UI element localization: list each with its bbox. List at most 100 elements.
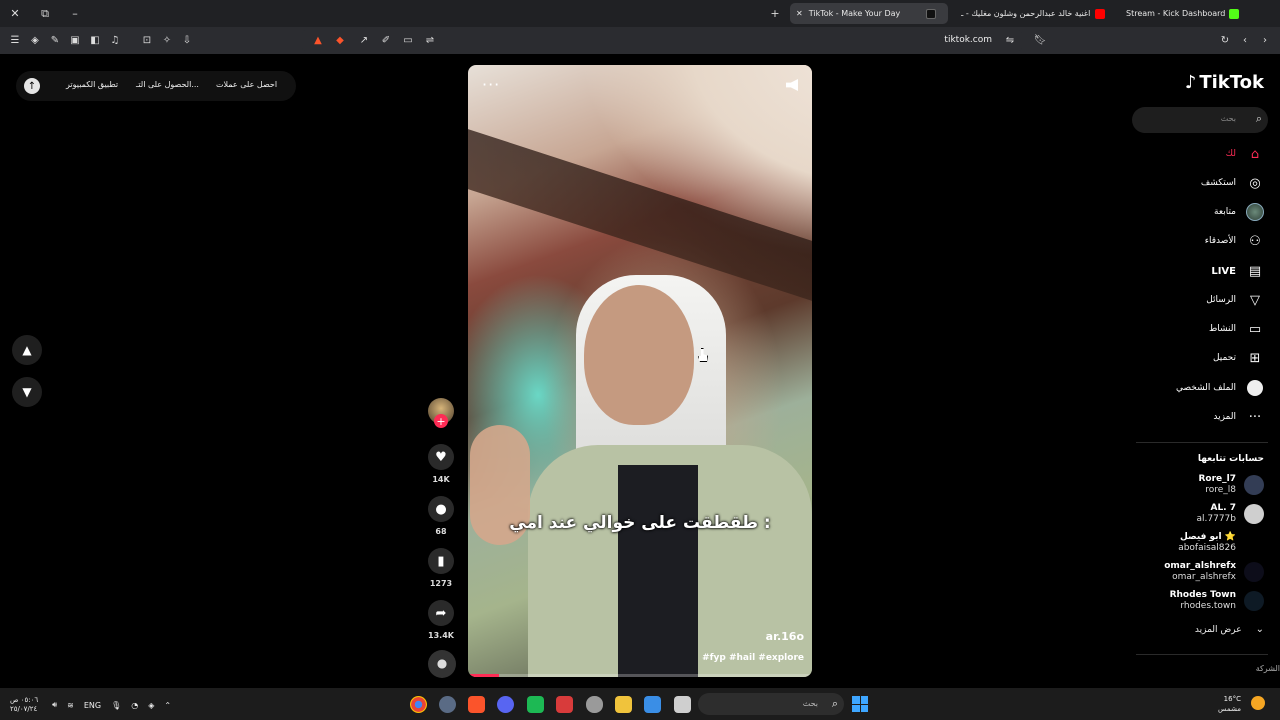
get-coins-link[interactable]: احصل على عملات <box>216 80 277 89</box>
chrome-icon[interactable] <box>410 696 427 713</box>
app-icon[interactable] <box>527 696 544 713</box>
search-input[interactable]: بحث ⌕ <box>1132 107 1268 133</box>
account-handle: rore_l8 <box>1205 485 1236 495</box>
language-indicator[interactable]: ENG <box>84 701 101 710</box>
microphone-icon[interactable]: 🎙︎ <box>111 701 121 710</box>
speaker-icon[interactable]: 🔊︎ <box>52 700 57 710</box>
following-account[interactable]: ابو فيصل ⭐ abofaisal826 <box>1178 530 1264 556</box>
bookmark-page-icon[interactable]: 🔖︎ <box>1030 30 1050 50</box>
bookmark-icon[interactable]: ▮ <box>428 548 454 574</box>
calendar-app-icon[interactable] <box>556 696 573 713</box>
following-account[interactable]: omar_alshrefx omar_alshrefx <box>1164 559 1264 585</box>
sidebar-item-live[interactable]: LIVE ▤ <box>1211 261 1264 281</box>
sidebar-item-following[interactable]: متابعة <box>1214 202 1264 222</box>
sidebar-item-profile[interactable]: الملف الشخصي <box>1176 378 1264 398</box>
desktop-app-link[interactable]: تطبيق الكمبيوتر <box>66 80 118 89</box>
share-icon[interactable]: ↗ <box>354 30 374 50</box>
window-app-icon[interactable] <box>674 696 691 713</box>
chevron-up-icon[interactable]: ⌃ <box>164 701 171 710</box>
window-icon[interactable]: ⧉ <box>30 0 60 27</box>
share-action[interactable]: ➦ 13.4K <box>428 600 454 640</box>
steam-icon[interactable]: ◔ <box>131 701 138 710</box>
sidebar-item-messages[interactable]: الرسائل ▽ <box>1206 290 1264 310</box>
screen-icon[interactable]: ▭ <box>398 30 418 50</box>
share-count: 13.4K <box>428 631 454 640</box>
bookmark-action[interactable]: ▮ 1273 <box>428 548 454 588</box>
tiktok-logo[interactable]: ♪ TikTok <box>1185 72 1264 93</box>
follow-plus-icon[interactable]: + <box>434 414 448 428</box>
close-window-icon[interactable]: ✕ <box>0 0 30 27</box>
reload-icon[interactable]: ↻ <box>1215 30 1235 50</box>
video-hashtags[interactable]: #fyp #hail #explore <box>702 653 804 663</box>
sidebar-item-friends[interactable]: الأصدقاء ⚇ <box>1205 231 1264 251</box>
video-progress-fill <box>468 674 499 677</box>
sidebar-icon[interactable]: ◧ <box>85 30 105 50</box>
tiktok-note-icon: ♪ <box>1184 72 1197 93</box>
brave-browser-icon[interactable] <box>468 696 485 713</box>
minimize-icon[interactable]: – <box>60 0 90 27</box>
next-video-button[interactable]: ▼ <box>12 377 42 407</box>
sidebar-item-activity[interactable]: النشاط ▭ <box>1209 319 1264 339</box>
music-disc-icon[interactable] <box>428 650 456 678</box>
back-icon[interactable]: ‹ <box>1235 30 1255 50</box>
downloads-icon[interactable]: ⇩ <box>177 30 197 50</box>
see-more-button[interactable]: عرض المزيد ⌄ <box>1195 624 1264 635</box>
wifi-icon[interactable]: ≋ <box>67 701 74 710</box>
menu-icon[interactable]: ☰ <box>5 30 25 50</box>
translate-icon[interactable]: ⇌ <box>420 30 440 50</box>
file-explorer-icon[interactable] <box>615 696 632 713</box>
heart-icon[interactable]: ♥ <box>428 444 454 470</box>
sidebar-item-explore[interactable]: استكشف ◎ <box>1201 173 1264 193</box>
close-tab-icon[interactable]: ✕ <box>796 9 803 18</box>
settings-icon[interactable] <box>439 696 456 713</box>
extensions-icon[interactable]: ✧ <box>157 30 177 50</box>
address-bar[interactable]: ▲ ◆ ↗ ✐ ▭ ⇌ tiktok.com ⇋ <box>302 30 1022 51</box>
brave-shield-icon[interactable]: ◆ <box>330 30 350 50</box>
url-text[interactable]: tiktok.com <box>944 35 992 45</box>
sidebar-item-for-you[interactable]: لك ⌂ <box>1226 144 1264 164</box>
tab-tiktok[interactable]: ✕ TikTok - Make Your Day <box>790 3 948 24</box>
new-tab-button[interactable]: + <box>760 0 790 27</box>
share-arrow-icon[interactable]: ➦ <box>428 600 454 626</box>
mouse-app-icon[interactable] <box>586 696 603 713</box>
following-account[interactable]: Rhodes Town rhodes.town <box>1170 588 1264 614</box>
store-icon[interactable] <box>644 696 661 713</box>
screenshot-icon[interactable]: ⊡ <box>137 30 157 50</box>
taskbar-search-input[interactable]: بحث ⌕ <box>698 693 844 715</box>
discord-icon[interactable] <box>497 696 514 713</box>
company-link[interactable]: الشركة <box>1256 664 1280 673</box>
account-name: Rore_l7 <box>1198 474 1236 484</box>
shield-icon[interactable]: ◈ <box>25 30 45 50</box>
tabs-icon[interactable]: ▣ <box>65 30 85 50</box>
tab-kick[interactable]: Stream - Kick Dashboard <box>1120 3 1249 24</box>
tab-youtube[interactable]: اغنية خالد عبدالرحمن وشلون مغليك - ـ <box>955 3 1115 24</box>
sidebar-item-more[interactable]: المزيد ··· <box>1213 407 1264 427</box>
windows-start-icon[interactable] <box>852 696 868 712</box>
comment-icon[interactable]: ● <box>428 496 454 522</box>
video-progress-bar[interactable] <box>468 674 812 677</box>
more-options-icon[interactable]: ··· <box>482 75 500 94</box>
previous-video-button[interactable]: ▲ <box>12 335 42 365</box>
video-author[interactable]: ar.16o <box>766 630 804 643</box>
sidebar-item-upload[interactable]: تحميل ⊞ <box>1213 348 1264 368</box>
brave-icon[interactable]: ▲ <box>308 30 328 50</box>
info-icon[interactable]: ↑ <box>24 78 40 94</box>
video-player[interactable]: ··· طقطقت على خوالي عند امي : ar.16o #fy… <box>468 65 812 677</box>
comment-action[interactable]: ● 68 <box>428 496 454 536</box>
bookmark-icon[interactable]: ✎ <box>45 30 65 50</box>
like-action[interactable]: ♥ 14K <box>428 444 454 484</box>
forward-icon[interactable]: › <box>1255 30 1275 50</box>
tray-app-icon[interactable]: ◈ <box>148 701 154 710</box>
browser-tab-bar: ✕ ⧉ – + Stream - Kick Dashboard اغنية خا… <box>0 0 1280 27</box>
get-app-link[interactable]: الحصول على التـ... <box>136 80 199 89</box>
weather-widget[interactable]: 16°C مشمس <box>1218 694 1241 714</box>
search-icon[interactable]: ⌕ <box>1256 112 1262 126</box>
edit-icon[interactable]: ✐ <box>376 30 396 50</box>
reader-icon[interactable]: ⇋ <box>1000 30 1020 50</box>
account-handle: abofaisal826 <box>1178 543 1236 553</box>
music-icon[interactable]: ♫ <box>105 30 125 50</box>
sidebar-item-label: تحميل <box>1212 353 1236 363</box>
clock[interactable]: ٠٥:٠٦ ص ٢٥/٠٧/٢٤ <box>10 696 38 714</box>
following-account[interactable]: Rore_l7 rore_l8 <box>1198 472 1264 498</box>
following-account[interactable]: AL. 7 al.7777b <box>1197 501 1264 527</box>
